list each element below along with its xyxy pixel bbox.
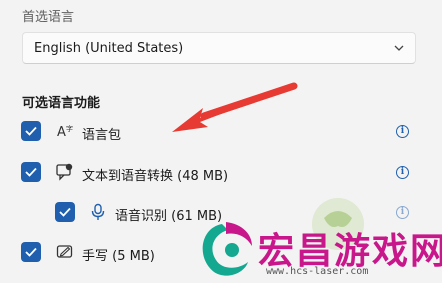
preferred-language-label: 首选语言 (22, 10, 75, 25)
microphone-icon (91, 203, 105, 220)
language-pack-icon: A 字 (57, 124, 73, 140)
info-icon[interactable]: i (396, 125, 409, 138)
handwriting-label: 手写 (5 MB) (82, 249, 155, 264)
language-pack-label: 语言包 (82, 128, 122, 143)
checkmark-icon (25, 126, 37, 136)
checkmark-icon (25, 167, 37, 177)
checkbox-text-to-speech[interactable] (21, 162, 41, 182)
svg-text:字: 字 (66, 124, 73, 133)
checkbox-speech-recognition[interactable] (55, 202, 75, 222)
svg-text:A: A (57, 125, 66, 140)
chevron-down-icon (394, 45, 404, 51)
checkbox-handwriting[interactable] (21, 242, 41, 262)
handwriting-icon (56, 245, 73, 258)
watermark-logo-icon (202, 222, 252, 276)
text-to-speech-icon (56, 163, 73, 181)
watermark-url: www.hcs-laser.com (266, 266, 369, 277)
checkmark-icon (25, 247, 37, 257)
dropdown-value: English (United States) (34, 41, 184, 56)
annotation-arrow-icon (172, 82, 298, 132)
text-to-speech-label: 文本到语音转换 (48 MB) (82, 169, 229, 184)
info-icon[interactable]: i (396, 206, 409, 219)
checkbox-language-pack[interactable] (21, 121, 41, 141)
optional-features-heading: 可选语言功能 (22, 96, 101, 111)
info-icon[interactable]: i (396, 166, 409, 179)
checkmark-icon (59, 207, 71, 217)
preferred-language-dropdown[interactable]: English (United States) (22, 32, 416, 64)
